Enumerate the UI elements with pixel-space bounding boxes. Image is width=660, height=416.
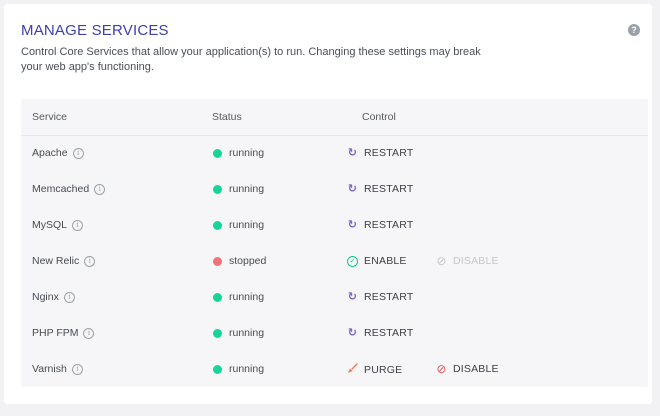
restart-button[interactable]: ↻ RESTART <box>347 147 413 159</box>
status-indicator: running <box>213 147 264 159</box>
status-indicator: stopped <box>213 255 266 267</box>
restart-icon: ↻ <box>347 326 358 339</box>
service-label: PHP FPM <box>32 327 79 339</box>
disable-label: DISABLE <box>453 363 499 375</box>
service-name: New Relic i <box>32 255 96 267</box>
header-service: Service <box>32 111 68 123</box>
table-header: Service Status Control <box>21 99 648 136</box>
table-row: Varnish i running PURGE ⊘ DISABLE <box>21 351 648 387</box>
status-dot <box>213 256 222 266</box>
status-dot <box>213 364 222 374</box>
status-indicator: running <box>213 183 264 195</box>
service-name: Varnish i <box>32 363 83 375</box>
disable-label: DISABLE <box>453 255 499 267</box>
restart-label: RESTART <box>364 327 414 339</box>
ban-icon: ⊘ <box>436 253 447 268</box>
status-label: running <box>229 291 265 303</box>
status-dot <box>213 328 222 338</box>
status-indicator: running <box>213 291 264 303</box>
status-indicator: running <box>213 219 264 231</box>
disable-button: ⊘ DISABLE <box>436 253 499 268</box>
disable-button[interactable]: ⊘ DISABLE <box>436 361 499 376</box>
service-name: PHP FPM i <box>32 327 95 339</box>
purge-label: PURGE <box>364 364 403 376</box>
status-indicator: running <box>213 363 264 375</box>
restart-icon: ↻ <box>347 218 358 231</box>
manage-services-panel: ? MANAGE SERVICES Control Core Services … <box>4 4 652 404</box>
header-status: Status <box>212 111 242 123</box>
purge-button[interactable]: PURGE <box>347 363 402 377</box>
service-label: Memcached <box>32 183 90 195</box>
service-label: Varnish <box>32 363 67 375</box>
restart-button[interactable]: ↻ RESTART <box>347 219 413 231</box>
table-row: New Relic i stopped ✓ ENABLE ⊘ DISABLE <box>21 243 648 279</box>
status-label: running <box>229 363 265 375</box>
check-circle-icon: ✓ <box>347 255 358 267</box>
service-label: Nginx <box>32 291 59 303</box>
table-row: PHP FPM i running ↻ RESTART <box>21 315 648 351</box>
restart-icon: ↻ <box>347 290 358 303</box>
info-icon[interactable]: i <box>83 327 95 339</box>
header-control: Control <box>362 111 396 123</box>
info-icon[interactable]: i <box>72 147 84 159</box>
panel-description: Control Core Services that allow your ap… <box>21 46 481 73</box>
restart-icon: ↻ <box>347 146 358 159</box>
table-row: Memcached i running ↻ RESTART <box>21 171 648 207</box>
service-name: Apache i <box>32 147 84 159</box>
status-dot <box>213 220 222 230</box>
status-dot <box>213 148 222 158</box>
status-label: running <box>229 183 265 195</box>
restart-label: RESTART <box>364 147 414 159</box>
info-icon[interactable]: i <box>94 183 106 195</box>
info-icon[interactable]: i <box>72 219 84 231</box>
status-label: stopped <box>229 255 267 267</box>
status-dot <box>213 292 222 302</box>
table-row: Nginx i running ↻ RESTART <box>21 279 648 315</box>
ban-icon: ⊘ <box>436 361 447 376</box>
service-label: Apache <box>32 147 68 159</box>
status-indicator: running <box>213 327 264 339</box>
restart-label: RESTART <box>364 291 414 303</box>
info-icon[interactable]: i <box>84 255 96 267</box>
restart-button[interactable]: ↻ RESTART <box>347 327 413 339</box>
status-label: running <box>229 147 265 159</box>
info-icon[interactable]: i <box>71 363 83 375</box>
status-dot <box>213 184 222 194</box>
service-label: MySQL <box>32 219 68 231</box>
status-label: running <box>229 327 265 339</box>
table-row: MySQL i running ↻ RESTART <box>21 207 648 243</box>
service-name: Memcached i <box>32 183 106 195</box>
services-table: Service Status Control Apache i running ↻… <box>21 99 648 387</box>
service-label: New Relic <box>32 255 80 267</box>
status-label: running <box>229 219 265 231</box>
restart-label: RESTART <box>364 219 414 231</box>
enable-label: ENABLE <box>364 255 407 267</box>
service-name: MySQL i <box>32 219 84 231</box>
service-name: Nginx i <box>32 291 75 303</box>
restart-icon: ↻ <box>347 182 358 195</box>
info-icon[interactable]: i <box>63 291 75 303</box>
restart-button[interactable]: ↻ RESTART <box>347 291 413 303</box>
broom-icon <box>347 363 358 377</box>
restart-label: RESTART <box>364 183 414 195</box>
question-circle-icon[interactable]: ? <box>628 24 640 36</box>
enable-button[interactable]: ✓ ENABLE <box>347 255 407 267</box>
panel-title: MANAGE SERVICES <box>21 22 169 39</box>
table-row: Apache i running ↻ RESTART <box>21 135 648 171</box>
restart-button[interactable]: ↻ RESTART <box>347 183 413 195</box>
